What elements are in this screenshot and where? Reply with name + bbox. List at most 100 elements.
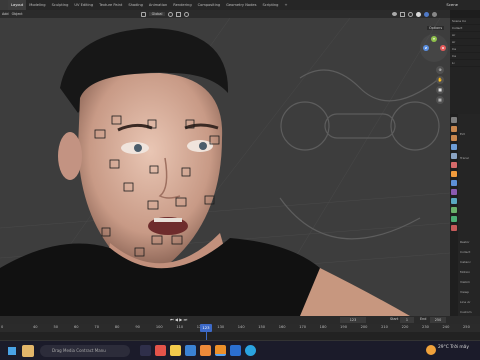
tab-rendering[interactable]: Rendering [170,0,194,10]
workspace-tabbar: Layout Modeling Sculpting UV Editing Tex… [0,0,480,10]
outliner-row[interactable]: Scene Co [450,18,480,25]
photos-app-icon[interactable] [200,345,211,356]
proportional-edit-icon[interactable] [184,11,190,17]
world-tab-icon[interactable] [451,162,457,168]
gizmo-toggle-icon[interactable] [400,11,406,17]
camera-view-icon[interactable]: ■ [436,86,444,94]
frame-tick-label: 160 [278,325,286,329]
taskbar-search[interactable]: Drag Media Contract Manu [40,345,130,357]
tab-shading[interactable]: Shading [125,0,146,10]
properties-label[interactable]: Viewp [460,290,469,294]
files-app-icon[interactable] [140,345,151,356]
data-tab-icon[interactable] [451,216,457,222]
telegram-app-icon[interactable] [245,345,256,356]
properties-label[interactable]: Instanc [460,260,471,264]
frame-tick-label: 130 [217,325,225,329]
gizmo-y-axis[interactable]: Y [431,36,437,42]
outliner-row[interactable]: Collect [450,25,480,32]
visibility-icon[interactable] [392,12,398,16]
object-tab-icon[interactable] [451,171,457,177]
modifier-tab-icon[interactable] [451,180,457,186]
gizmo-z-axis[interactable]: Z [423,45,429,51]
transform-orientation-icon[interactable] [140,11,146,17]
properties-label[interactable]: Custom [460,310,472,314]
add-workspace-button[interactable]: + [281,0,290,10]
playback-controls[interactable]: ⏮ ◀ ▶ ⏭ [170,317,187,322]
frame-ruler[interactable]: 0405060708090100110120123130140150160170… [0,324,480,332]
tab-scripting[interactable]: Scripting [259,0,281,10]
properties-label[interactable]: Motion [460,270,470,274]
scene-tab-icon[interactable] [451,153,457,159]
tab-uv-editing[interactable]: UV Editing [71,0,96,10]
mail-app-icon[interactable] [230,345,241,356]
shading-rendered-icon[interactable] [432,11,438,17]
timeline-header: ⏮ ◀ ▶ ⏭ 123 Start 1 End 250 [0,316,480,324]
file-explorer-icon[interactable] [170,345,181,356]
tab-layout[interactable]: Layout [8,0,27,10]
blender-logo-icon[interactable] [0,0,8,10]
frame-tick-label: 140 [237,325,245,329]
menu-add[interactable]: Add [2,12,9,16]
snap-icon[interactable] [176,11,182,17]
transform-orientation-select[interactable]: Global [148,12,166,16]
properties-editor: Ext Transl Restor Collect Instanc Motion… [450,114,480,316]
view-layer-tab-icon[interactable] [451,144,457,150]
physics-tab-icon[interactable] [451,198,457,204]
particles-tab-icon[interactable] [451,189,457,195]
playhead-frame[interactable]: 123 [199,324,212,332]
gizmo-x-axis[interactable]: X [440,45,446,51]
properties-label[interactable]: Transl [460,156,469,160]
outliner-row[interactable]: Li [450,60,480,67]
render-tab-icon[interactable] [451,126,457,132]
pivot-icon[interactable] [168,11,174,17]
tab-modeling[interactable]: Modeling [26,0,48,10]
options-label[interactable]: Options [427,26,445,30]
shading-material-icon[interactable] [424,11,430,17]
blender-app-icon[interactable] [215,345,226,356]
tab-compositing[interactable]: Compositing [195,0,224,10]
store-app-icon[interactable] [185,345,196,356]
output-tab-icon[interactable] [451,135,457,141]
properties-label[interactable]: Visibili [460,280,470,284]
outliner-row[interactable]: Ca [450,53,480,60]
frame-tick-label: 80 [114,325,120,329]
timeline[interactable]: 0405060708090100110120123130140150160170… [0,324,480,340]
tab-texture-paint[interactable]: Texture Paint [96,0,125,10]
shading-solid-icon[interactable] [416,11,422,17]
frame-tick-label: 200 [360,325,368,329]
widget-thumbnail-icon[interactable] [22,345,34,357]
pan-hand-icon[interactable]: ✋ [436,76,444,84]
right-iris [199,142,207,150]
navigation-gizmo[interactable]: Y X Z [420,34,448,62]
constraints-tab-icon[interactable] [451,207,457,213]
weather-widget[interactable]: 29°C Trời mây [426,345,469,355]
tab-sculpting[interactable]: Sculpting [49,0,72,10]
outliner: Scene Co Collect Ar Ar Ca Ca Li [450,18,480,114]
current-frame-field[interactable]: 123 [340,317,366,323]
frame-tick-label: 90 [135,325,140,329]
outliner-row[interactable]: Ar [450,39,480,46]
overlay-toggle-icon[interactable] [408,11,414,17]
scene-selector[interactable]: Scene [446,0,458,10]
menu-object[interactable]: Object [12,12,23,16]
tool-tab-icon[interactable] [451,117,457,123]
tab-animation[interactable]: Animation [146,0,170,10]
start-field[interactable]: 1 [400,317,414,323]
outliner-row[interactable]: Ar [450,32,480,39]
properties-label[interactable]: Restor [460,240,470,244]
properties-label[interactable]: Line Ar [460,300,471,304]
zoom-icon[interactable]: ⊕ [436,66,444,74]
start-menu-icon[interactable] [8,347,16,355]
tab-geometry-nodes[interactable]: Geometry Nodes [223,0,259,10]
windows-taskbar: Drag Media Contract Manu 29°C Trời mây [0,340,480,360]
frame-tick-label: 150 [258,325,266,329]
properties-label[interactable]: Collect [460,250,470,254]
end-field[interactable]: 250 [430,317,446,323]
perspective-toggle-icon[interactable]: ▦ [436,96,444,104]
material-tab-icon[interactable] [451,225,457,231]
frame-tick-label: 250 [463,325,470,329]
outliner-row[interactable]: Ca [450,46,480,53]
frame-tick-label: 180 [319,325,327,329]
3d-viewport[interactable]: Options Y X Z ⊕ ✋ ■ ▦ [0,18,450,316]
edge-browser-icon[interactable] [155,345,166,356]
